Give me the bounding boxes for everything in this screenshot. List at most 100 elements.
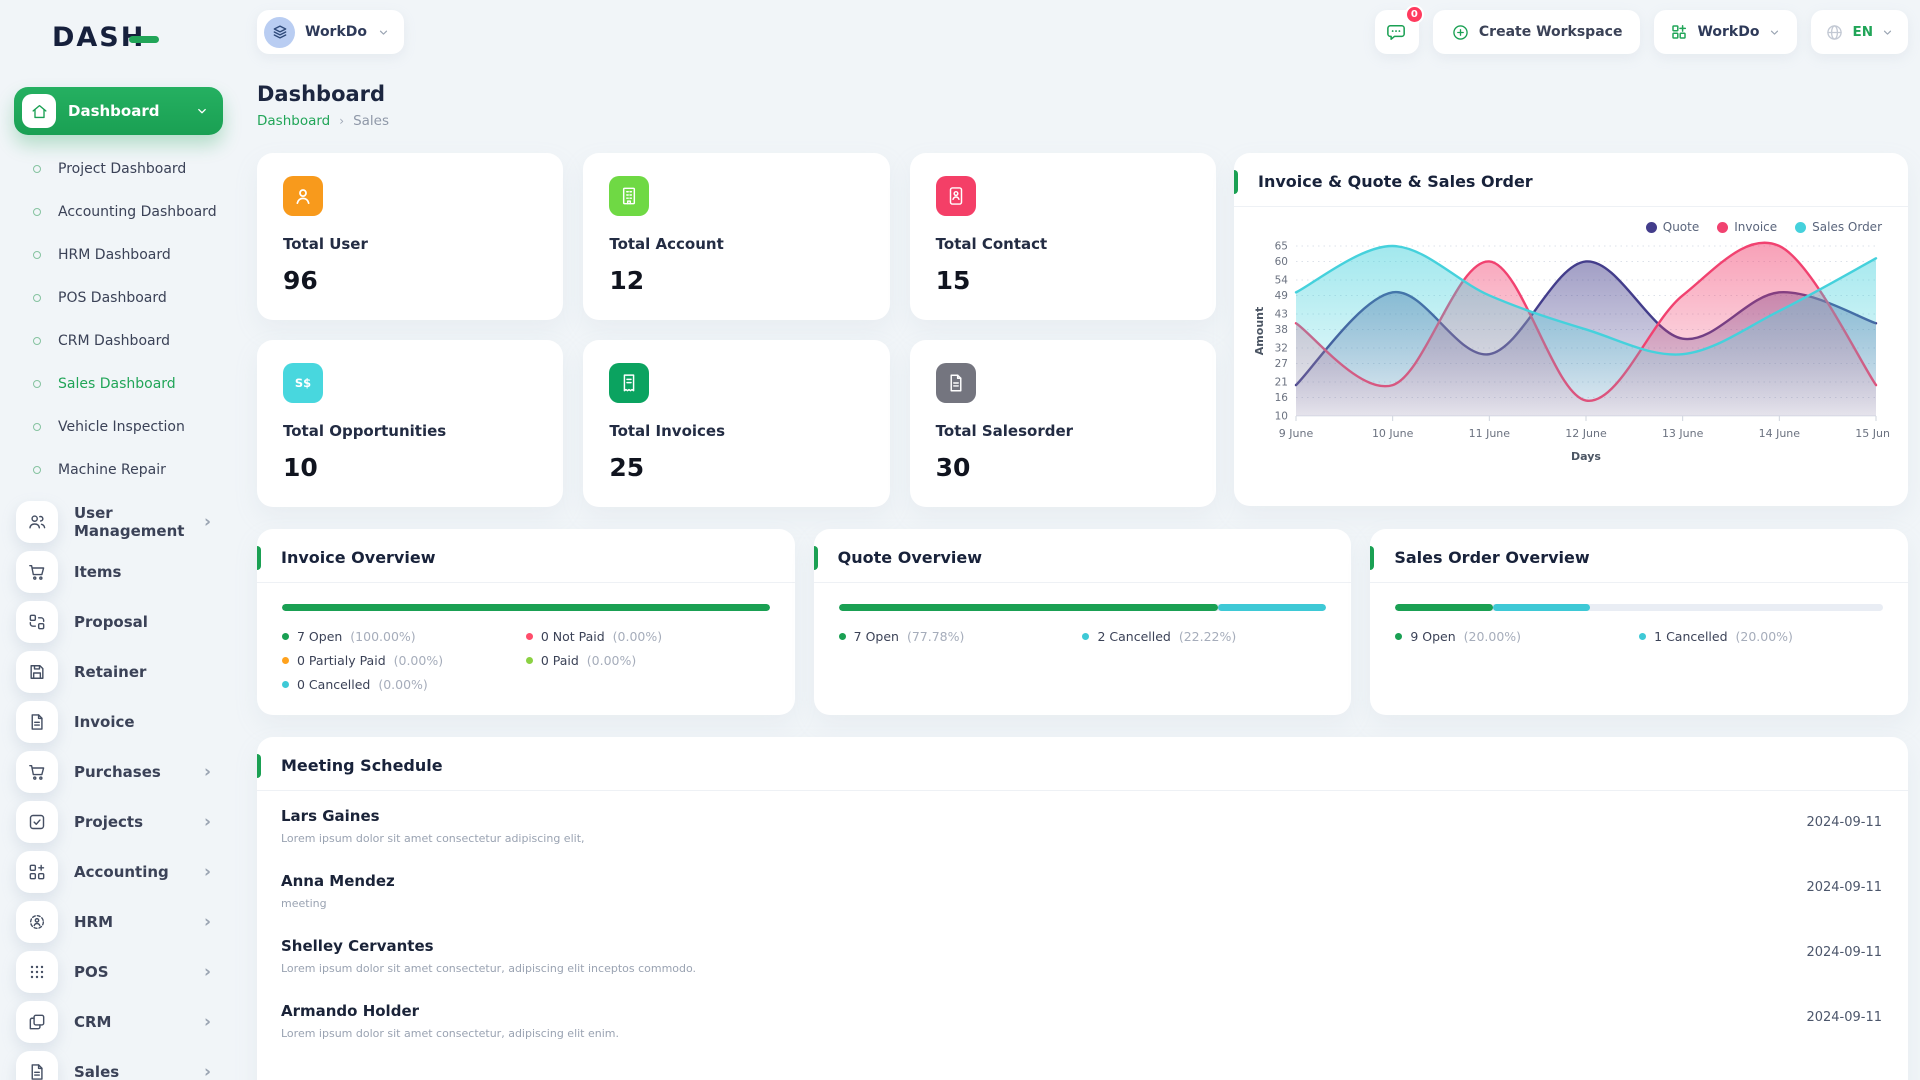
legend-percentage: (0.00%) bbox=[587, 653, 636, 668]
chart-legend-item[interactable]: Invoice bbox=[1717, 220, 1777, 234]
proposal-icon bbox=[16, 601, 58, 643]
document-icon bbox=[936, 363, 976, 403]
sidebar-subitem-pos-dashboard[interactable]: POS Dashboard bbox=[0, 276, 235, 319]
page-title: Dashboard bbox=[257, 82, 1908, 106]
sidebar-subitem-label: Sales Dashboard bbox=[58, 376, 176, 392]
overview-legend-item: 9 Open (20.00%) bbox=[1395, 629, 1639, 644]
sidebar-item-label: Proposal bbox=[74, 613, 148, 631]
bullet-icon bbox=[33, 466, 41, 474]
meeting-row[interactable]: Lars Gaines Lorem ipsum dolor sit amet c… bbox=[257, 791, 1908, 856]
stat-cards: Total User 96 Total Account 12 Total Con… bbox=[257, 153, 1216, 507]
top-bar: WorkDo 0 Create Workspace WorkDo EN bbox=[257, 8, 1908, 56]
workdo-menu-label: WorkDo bbox=[1697, 24, 1759, 40]
sidebar-subitem-label: Vehicle Inspection bbox=[58, 419, 185, 435]
svg-text:60: 60 bbox=[1275, 256, 1288, 268]
sidebar-subitem-sales-dashboard[interactable]: Sales Dashboard bbox=[0, 362, 235, 405]
messages-button[interactable]: 0 bbox=[1375, 10, 1419, 54]
legend-percentage: (77.78%) bbox=[907, 629, 964, 644]
overview-card-title: Quote Overview bbox=[838, 548, 982, 567]
chevron-right-icon: › bbox=[204, 864, 211, 881]
breadcrumb: Dashboard › Sales bbox=[257, 113, 1908, 129]
sidebar-item-user-management[interactable]: User Management › bbox=[0, 497, 235, 547]
stat-label: Total Contact bbox=[936, 235, 1190, 253]
stat-label: Total Account bbox=[609, 235, 863, 253]
progress-bar bbox=[282, 604, 770, 611]
sidebar-subitem-label: Machine Repair bbox=[58, 462, 166, 478]
workdo-menu-button[interactable]: WorkDo bbox=[1654, 10, 1797, 54]
sidebar-subitem-vehicle-inspection[interactable]: Vehicle Inspection bbox=[0, 405, 235, 448]
sidebar-item-items[interactable]: Items › bbox=[0, 547, 235, 597]
workspace-switcher[interactable]: WorkDo bbox=[257, 10, 404, 54]
meeting-card-title: Meeting Schedule bbox=[281, 756, 443, 775]
sidebar-item-accounting[interactable]: Accounting › bbox=[0, 847, 235, 897]
legend-label: Invoice bbox=[1734, 220, 1777, 234]
stat-value: 96 bbox=[283, 266, 537, 295]
sidebar-item-proposal[interactable]: Proposal › bbox=[0, 597, 235, 647]
dashboard-grid: Total User 96 Total Account 12 Total Con… bbox=[257, 153, 1908, 507]
sidebar-item-purchases[interactable]: Purchases › bbox=[0, 747, 235, 797]
card-accent-bar bbox=[814, 546, 818, 570]
user-icon bbox=[283, 176, 323, 216]
sidebar-subitem-accounting-dashboard[interactable]: Accounting Dashboard bbox=[0, 190, 235, 233]
create-workspace-button[interactable]: Create Workspace bbox=[1433, 10, 1641, 54]
language-selector[interactable]: EN bbox=[1811, 10, 1908, 54]
overview-legend: 9 Open (20.00%) 1 Cancelled (20.00%) bbox=[1395, 629, 1883, 644]
dollar-icon: S$ bbox=[283, 363, 323, 403]
sidebar-subitem-machine-repair[interactable]: Machine Repair bbox=[0, 448, 235, 491]
copy-icon bbox=[16, 1001, 58, 1043]
chevron-right-icon: › bbox=[204, 1064, 211, 1080]
meeting-schedule-card: Meeting Schedule Lars Gaines Lorem ipsum… bbox=[257, 737, 1908, 1080]
svg-text:S$: S$ bbox=[295, 376, 311, 390]
users-icon bbox=[16, 501, 58, 543]
meeting-name: Anna Mendez bbox=[281, 872, 1884, 890]
meeting-date: 2024-09-11 bbox=[1806, 945, 1882, 960]
bullet-icon bbox=[33, 165, 41, 173]
meeting-row[interactable]: Shelley Cervantes Lorem ipsum dolor sit … bbox=[257, 921, 1908, 986]
meeting-description: meeting bbox=[281, 897, 1884, 910]
chevron-right-icon: › bbox=[204, 914, 211, 931]
sidebar-subitem-hrm-dashboard[interactable]: HRM Dashboard bbox=[0, 233, 235, 276]
chart-legend-item[interactable]: Sales Order bbox=[1795, 220, 1882, 234]
chart-legend-item[interactable]: Quote bbox=[1646, 220, 1699, 234]
svg-text:9 June: 9 June bbox=[1279, 427, 1314, 440]
stat-value: 15 bbox=[936, 266, 1190, 295]
chevron-right-icon: › bbox=[204, 964, 211, 981]
sidebar-item-retainer[interactable]: Retainer › bbox=[0, 647, 235, 697]
sidebar-item-sales[interactable]: Sales › bbox=[0, 1047, 235, 1080]
sidebar-item-hrm[interactable]: HRM › bbox=[0, 897, 235, 947]
svg-text:38: 38 bbox=[1275, 324, 1288, 336]
breadcrumb-dashboard[interactable]: Dashboard bbox=[257, 113, 330, 129]
breadcrumb-current: Sales bbox=[353, 113, 389, 129]
meeting-date: 2024-09-11 bbox=[1806, 815, 1882, 830]
stat-card: Total Invoices 25 bbox=[583, 340, 889, 507]
sidebar-subitem-crm-dashboard[interactable]: CRM Dashboard bbox=[0, 319, 235, 362]
svg-text:54: 54 bbox=[1275, 275, 1289, 287]
dashboard-submenu: Project Dashboard Accounting Dashboard H… bbox=[0, 147, 235, 491]
meeting-row[interactable]: Anna Mendez meeting 2024-09-11 bbox=[257, 856, 1908, 921]
legend-dot bbox=[839, 633, 846, 640]
sidebar-item-projects[interactable]: Projects › bbox=[0, 797, 235, 847]
legend-percentage: (0.00%) bbox=[378, 677, 427, 692]
sidebar-item-label: Dashboard bbox=[68, 102, 159, 120]
meeting-name: Shelley Cervantes bbox=[281, 937, 1884, 955]
sidebar-item-invoice[interactable]: Invoice › bbox=[0, 697, 235, 747]
meeting-row[interactable]: Armando Holder Lorem ipsum dolor sit ame… bbox=[257, 986, 1908, 1051]
progress-segment bbox=[1493, 604, 1591, 611]
sidebar-item-pos[interactable]: POS › bbox=[0, 947, 235, 997]
overview-cards: Invoice Overview 7 Open (100.00%) 0 Not … bbox=[257, 529, 1908, 715]
stat-label: Total Opportunities bbox=[283, 422, 537, 440]
stat-card: S$ Total Opportunities 10 bbox=[257, 340, 563, 507]
app-logo[interactable]: DASH bbox=[52, 22, 235, 53]
sidebar-item-dashboard[interactable]: Dashboard bbox=[14, 87, 223, 135]
sidebar-subitem-label: POS Dashboard bbox=[58, 290, 167, 306]
messages-badge: 0 bbox=[1405, 5, 1424, 24]
sidebar-subitem-project-dashboard[interactable]: Project Dashboard bbox=[0, 147, 235, 190]
legend-dot bbox=[1639, 633, 1646, 640]
card-accent-bar bbox=[1234, 170, 1238, 194]
sidebar-item-label: Projects bbox=[74, 813, 143, 831]
save-icon bbox=[16, 651, 58, 693]
stat-card: Total Salesorder 30 bbox=[910, 340, 1216, 507]
svg-text:21: 21 bbox=[1275, 377, 1288, 389]
sidebar-item-crm[interactable]: CRM › bbox=[0, 997, 235, 1047]
create-workspace-label: Create Workspace bbox=[1479, 24, 1623, 40]
